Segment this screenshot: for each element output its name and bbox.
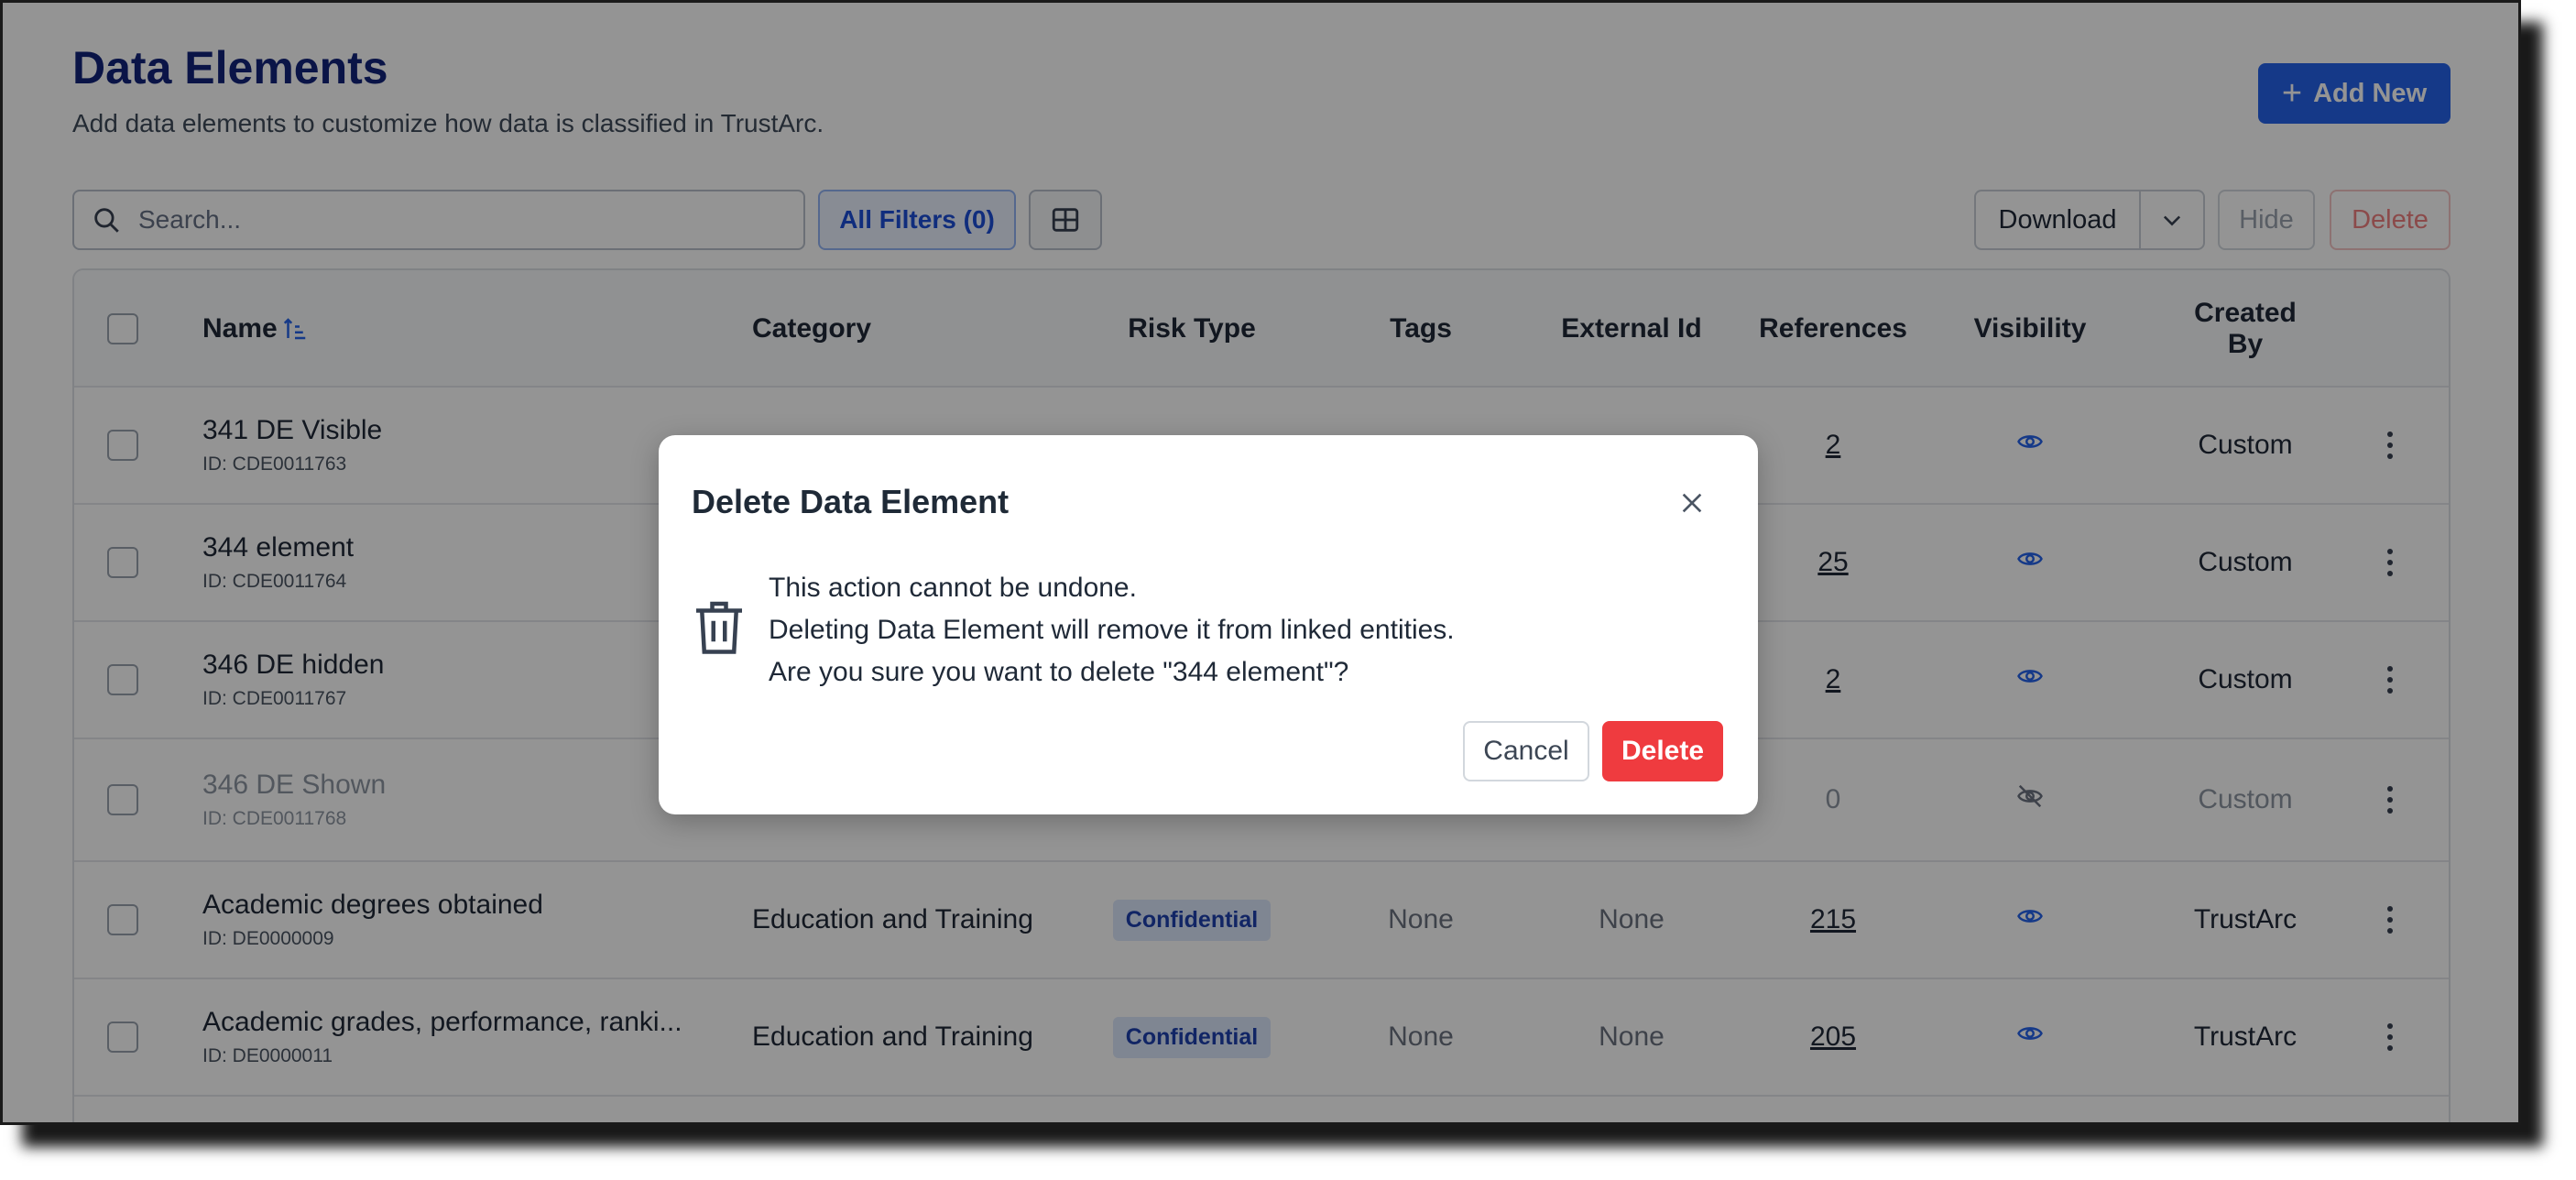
dialog-message-line1: This action cannot be undone. <box>769 573 1137 603</box>
dialog-title: Delete Data Element <box>692 483 1010 520</box>
trash-icon <box>696 601 742 654</box>
app-window: Data Elements Add data elements to custo… <box>0 0 2521 1125</box>
dialog-message: This action cannot be undone. Deleting D… <box>769 567 1455 694</box>
dialog-message-line3: Are you sure you want to delete "344 ele… <box>769 657 1349 687</box>
dialog-message-line2: Deleting Data Element will remove it fro… <box>769 615 1455 645</box>
confirm-delete-button[interactable]: Delete <box>1602 721 1723 781</box>
close-icon <box>1682 493 1702 513</box>
cancel-button[interactable]: Cancel <box>1463 721 1589 781</box>
close-dialog-button[interactable] <box>1675 486 1708 519</box>
delete-confirmation-dialog: Delete Data Element This action cannot b… <box>659 435 1758 814</box>
